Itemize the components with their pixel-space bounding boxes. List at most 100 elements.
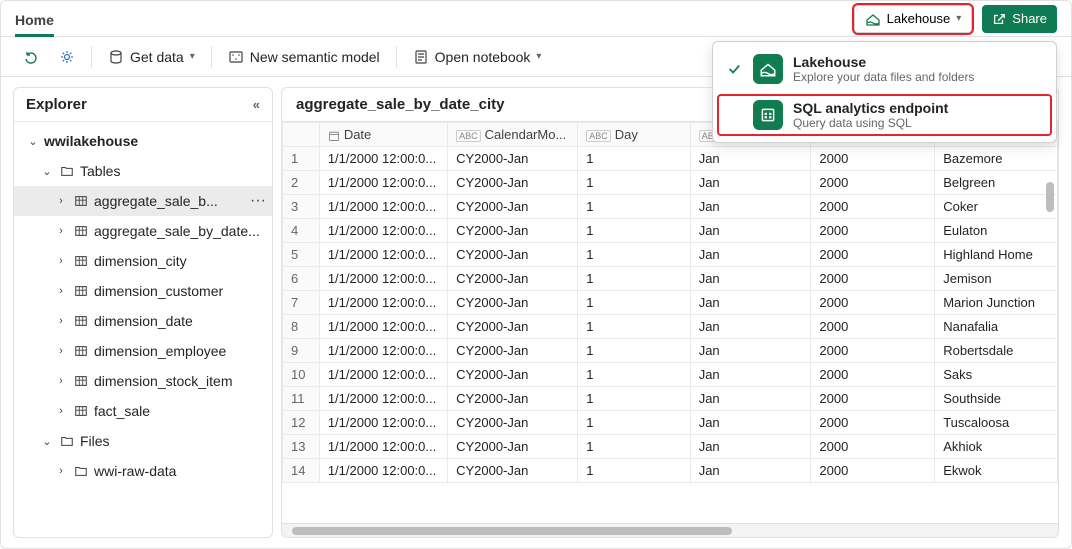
table-row[interactable]: 9 1/1/2000 12:00:0... CY2000-Jan 1 Jan 2… bbox=[283, 339, 1058, 363]
cell: Highland Home bbox=[935, 243, 1058, 267]
open-notebook-button[interactable]: Open notebook ▾ bbox=[405, 42, 550, 72]
cell: Jan bbox=[690, 411, 811, 435]
cell: 1 bbox=[578, 459, 691, 483]
table-row[interactable]: 14 1/1/2000 12:00:0... CY2000-Jan 1 Jan … bbox=[283, 459, 1058, 483]
cell: 2000 bbox=[811, 147, 935, 171]
cell: Tuscaloosa bbox=[935, 411, 1058, 435]
chevron-down-icon: ▾ bbox=[536, 51, 541, 62]
table-icon bbox=[72, 402, 90, 420]
tree-label: fact_sale bbox=[94, 403, 272, 419]
row-number: 3 bbox=[283, 195, 320, 219]
tree-node-table[interactable]: › aggregate_sale_b... ··· bbox=[14, 186, 272, 216]
table-row[interactable]: 12 1/1/2000 12:00:0... CY2000-Jan 1 Jan … bbox=[283, 411, 1058, 435]
tree-label: aggregate_sale_b... bbox=[94, 193, 240, 209]
settings-button[interactable] bbox=[51, 42, 83, 72]
cell: CY2000-Jan bbox=[448, 363, 578, 387]
cell: 1 bbox=[578, 219, 691, 243]
tree-node-table[interactable]: › dimension_customer bbox=[14, 276, 272, 306]
table-row[interactable]: 2 1/1/2000 12:00:0... CY2000-Jan 1 Jan 2… bbox=[283, 171, 1058, 195]
column-name: Date bbox=[344, 127, 371, 142]
share-button[interactable]: Share bbox=[982, 5, 1057, 33]
tree-node-files[interactable]: ⌄ Files bbox=[14, 426, 272, 456]
table-row[interactable]: 8 1/1/2000 12:00:0... CY2000-Jan 1 Jan 2… bbox=[283, 315, 1058, 339]
chevron-down-icon: ⌄ bbox=[26, 135, 40, 148]
row-number: 11 bbox=[283, 387, 320, 411]
tree-node-table[interactable]: › dimension_city bbox=[14, 246, 272, 276]
table-row[interactable]: 10 1/1/2000 12:00:0... CY2000-Jan 1 Jan … bbox=[283, 363, 1058, 387]
vertical-scrollbar[interactable] bbox=[1046, 182, 1054, 212]
folder-icon bbox=[58, 432, 76, 450]
table-row[interactable]: 5 1/1/2000 12:00:0... CY2000-Jan 1 Jan 2… bbox=[283, 243, 1058, 267]
table-row[interactable]: 3 1/1/2000 12:00:0... CY2000-Jan 1 Jan 2… bbox=[283, 195, 1058, 219]
explorer-title: Explorer bbox=[26, 96, 87, 113]
column-header[interactable]: Date bbox=[319, 123, 447, 147]
cell: Jan bbox=[690, 459, 811, 483]
tree-node-tables[interactable]: ⌄ Tables bbox=[14, 156, 272, 186]
horizontal-scrollbar[interactable] bbox=[292, 527, 732, 535]
cell: 2000 bbox=[811, 387, 935, 411]
open-notebook-label: Open notebook bbox=[435, 49, 531, 65]
column-header[interactable]: ABCDay bbox=[578, 123, 691, 147]
more-icon[interactable]: ··· bbox=[244, 192, 272, 210]
cell: 1/1/2000 12:00:0... bbox=[319, 387, 447, 411]
row-number: 1 bbox=[283, 147, 320, 171]
dropdown-item-lakehouse[interactable]: Lakehouse Explore your data files and fo… bbox=[713, 46, 1056, 92]
chevron-right-icon: › bbox=[54, 375, 68, 387]
table-row[interactable]: 1 1/1/2000 12:00:0... CY2000-Jan 1 Jan 2… bbox=[283, 147, 1058, 171]
chevron-down-icon: ▾ bbox=[956, 13, 961, 24]
column-header[interactable]: ABCCalendarMo... bbox=[448, 123, 578, 147]
cell: CY2000-Jan bbox=[448, 291, 578, 315]
cell: 1/1/2000 12:00:0... bbox=[319, 435, 447, 459]
tree-node-table[interactable]: › aggregate_sale_by_date... bbox=[14, 216, 272, 246]
cell: CY2000-Jan bbox=[448, 411, 578, 435]
cell: Jan bbox=[690, 315, 811, 339]
cell: Southside bbox=[935, 387, 1058, 411]
header: Home Lakehouse ▾ Share bbox=[1, 1, 1071, 37]
new-semantic-model-label: New semantic model bbox=[250, 49, 380, 65]
new-semantic-model-button[interactable]: New semantic model bbox=[220, 42, 388, 72]
cell: CY2000-Jan bbox=[448, 339, 578, 363]
table-row[interactable]: 6 1/1/2000 12:00:0... CY2000-Jan 1 Jan 2… bbox=[283, 267, 1058, 291]
table-row[interactable]: 13 1/1/2000 12:00:0... CY2000-Jan 1 Jan … bbox=[283, 435, 1058, 459]
cell: 2000 bbox=[811, 291, 935, 315]
tree-label: Files bbox=[80, 433, 272, 449]
share-label: Share bbox=[1012, 11, 1047, 26]
tree-label: wwilakehouse bbox=[44, 133, 272, 149]
cell: CY2000-Jan bbox=[448, 195, 578, 219]
tree-node-table[interactable]: › dimension_date bbox=[14, 306, 272, 336]
cell: CY2000-Jan bbox=[448, 243, 578, 267]
data-grid[interactable]: DateABCCalendarMo...ABCDayABCShortMonth1… bbox=[282, 121, 1058, 523]
separator bbox=[211, 46, 212, 68]
cell: 1/1/2000 12:00:0... bbox=[319, 219, 447, 243]
row-number: 6 bbox=[283, 267, 320, 291]
cell: Eulaton bbox=[935, 219, 1058, 243]
row-number: 5 bbox=[283, 243, 320, 267]
get-data-button[interactable]: Get data ▾ bbox=[100, 42, 203, 72]
dropdown-item-sql-endpoint[interactable]: SQL analytics endpoint Query data using … bbox=[717, 94, 1052, 136]
tab-home[interactable]: Home bbox=[15, 6, 54, 37]
lakehouse-switcher-label: Lakehouse bbox=[887, 11, 951, 26]
cell: Jan bbox=[690, 435, 811, 459]
cell: Coker bbox=[935, 195, 1058, 219]
cell: Jan bbox=[690, 195, 811, 219]
tree-node-table[interactable]: › fact_sale bbox=[14, 396, 272, 426]
horizontal-scrollbar-track[interactable] bbox=[282, 523, 1058, 537]
table-icon bbox=[72, 342, 90, 360]
lakehouse-switcher-button[interactable]: Lakehouse ▾ bbox=[854, 5, 973, 33]
table-row[interactable]: 11 1/1/2000 12:00:0... CY2000-Jan 1 Jan … bbox=[283, 387, 1058, 411]
row-number: 13 bbox=[283, 435, 320, 459]
tree-node-table[interactable]: › dimension_employee bbox=[14, 336, 272, 366]
tree-label: dimension_stock_item bbox=[94, 373, 272, 389]
tree-node-table[interactable]: › dimension_stock_item bbox=[14, 366, 272, 396]
cell: 1 bbox=[578, 147, 691, 171]
tree-node-folder[interactable]: › wwi-raw-data bbox=[14, 456, 272, 486]
refresh-button[interactable] bbox=[15, 42, 47, 72]
cell: CY2000-Jan bbox=[448, 435, 578, 459]
tree-node-lakehouse[interactable]: ⌄ wwilakehouse bbox=[14, 126, 272, 156]
column-name: Day bbox=[615, 127, 638, 142]
collapse-icon[interactable]: « bbox=[253, 97, 260, 112]
table-row[interactable]: 4 1/1/2000 12:00:0... CY2000-Jan 1 Jan 2… bbox=[283, 219, 1058, 243]
tree-label: wwi-raw-data bbox=[94, 463, 272, 479]
body: Explorer « ⌄ wwilakehouse ⌄ Tables › agg… bbox=[1, 77, 1071, 548]
table-row[interactable]: 7 1/1/2000 12:00:0... CY2000-Jan 1 Jan 2… bbox=[283, 291, 1058, 315]
